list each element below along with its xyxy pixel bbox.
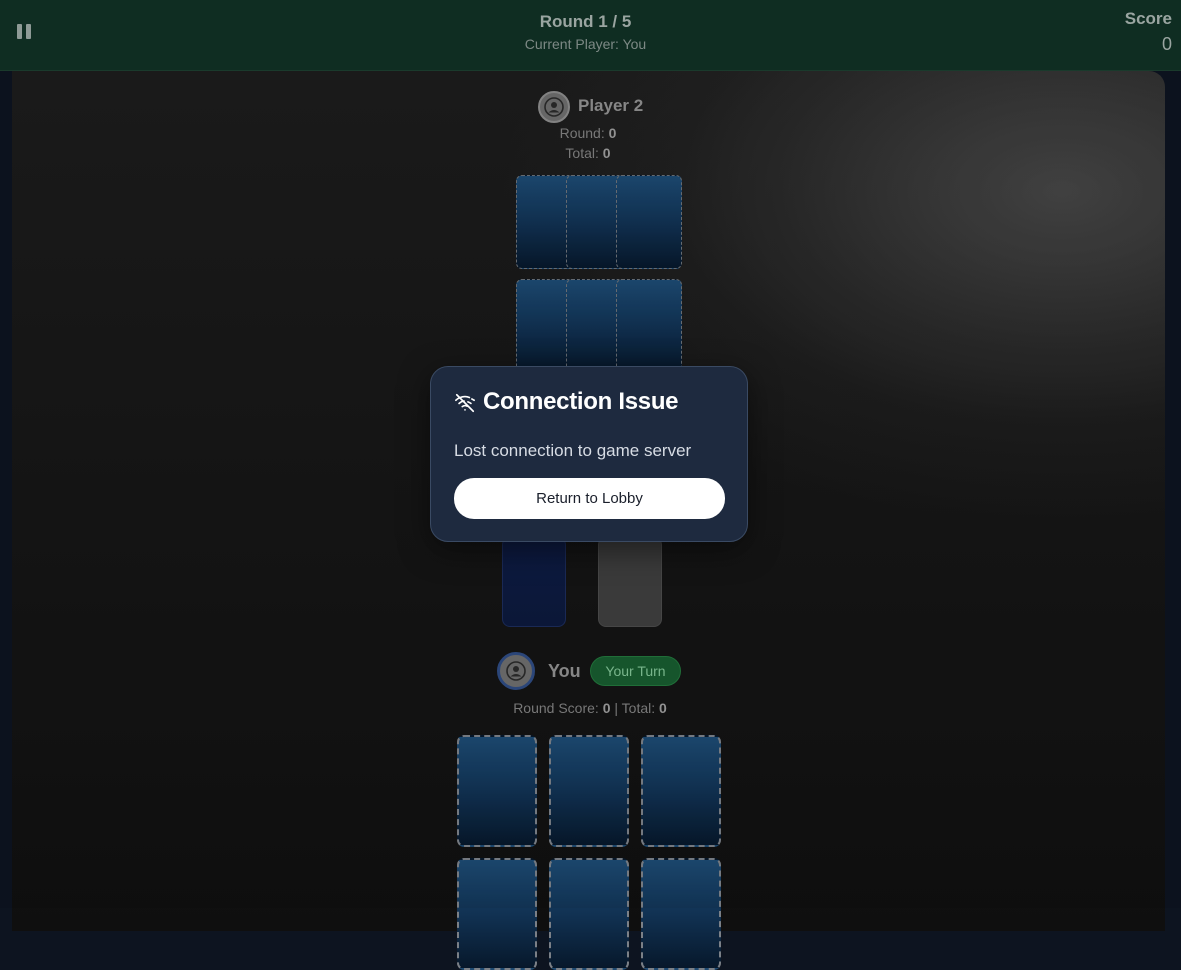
round-indicator: Round 1 / 5 [539, 12, 632, 31]
dialog-message: Lost connection to game server [454, 441, 692, 460]
wifi-off-icon [455, 393, 475, 413]
dialog-title: Connection Issue [483, 388, 679, 415]
score-label: Score [1124, 9, 1172, 28]
current-player-label: Current Player: You [524, 36, 647, 52]
score-value: 0 [1161, 34, 1172, 54]
connection-issue-dialog: Connection Issue Lost connection to game… [430, 366, 748, 542]
return-to-lobby-button[interactable]: Return to Lobby [454, 478, 725, 519]
game-header: Round 1 / 5 Current Player: You Score 0 [0, 0, 1181, 71]
